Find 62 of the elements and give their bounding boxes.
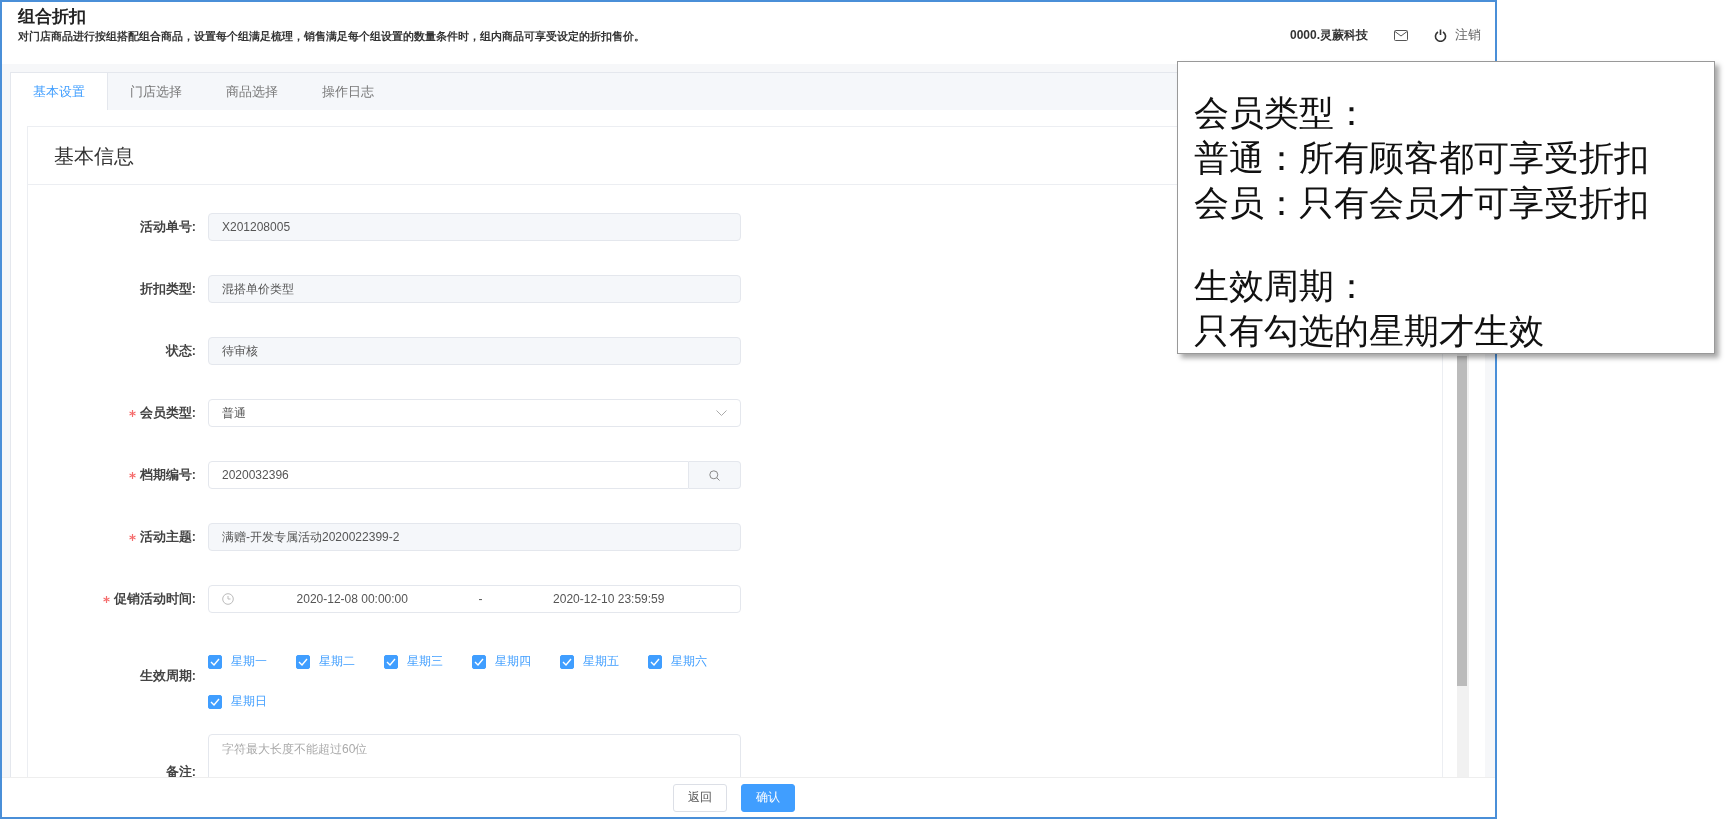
- field-label: 状态:: [165, 342, 196, 360]
- field-label: 促销活动时间:: [113, 590, 196, 608]
- field-label: 活动单号:: [139, 218, 196, 236]
- checkbox[interactable]: [648, 654, 662, 669]
- checkmark-icon: [474, 657, 484, 666]
- checkbox[interactable]: [472, 654, 486, 669]
- date-range-field[interactable]: 2020-12-08 00:00:00 - 2020-12-10 23:59:59: [208, 585, 741, 613]
- scrollbar-thumb[interactable]: [1457, 356, 1467, 686]
- page-title: 组合折扣: [18, 6, 87, 28]
- note-text: 会员：只有会员才可享受折扣: [1194, 182, 1650, 224]
- checkmark-icon: [650, 657, 660, 666]
- page-description: 对门店商品进行按组搭配组合商品，设置每个组满足梳理，销售满足每个组设置的数量条件时，组内商品可享受设定的折扣售价。: [18, 30, 645, 44]
- checkbox-label[interactable]: 星期一: [231, 653, 267, 670]
- range-separator: -: [477, 592, 484, 606]
- field-label: 备注:: [165, 764, 196, 777]
- checkmark-icon: [210, 697, 220, 706]
- checkbox-label[interactable]: 星期四: [495, 653, 531, 670]
- checkbox[interactable]: [296, 654, 310, 669]
- input-field[interactable]: 2020032396: [208, 461, 689, 489]
- logout-button[interactable]: 注销: [1434, 26, 1481, 44]
- checkbox[interactable]: [208, 654, 222, 669]
- tab[interactable]: 商品选择: [204, 73, 300, 110]
- search-button[interactable]: [689, 461, 741, 489]
- input-field[interactable]: 满赠-开发专属活动2020022399-2: [208, 523, 741, 551]
- checkbox-label[interactable]: 星期三: [407, 653, 443, 670]
- end-date: 2020-12-10 23:59:59: [552, 592, 666, 606]
- remark-field[interactable]: 字符最大长度不能超过60位: [208, 734, 741, 777]
- search-icon: [709, 469, 720, 481]
- mail-icon: [1394, 29, 1408, 41]
- checkmark-icon: [386, 657, 396, 666]
- checkbox[interactable]: [208, 694, 222, 709]
- tab[interactable]: 操作日志: [300, 73, 396, 110]
- note-text: 只有勾选的星期才生效: [1194, 310, 1545, 352]
- checkbox-label[interactable]: 星期二: [319, 653, 355, 670]
- field-label: 会员类型:: [139, 404, 196, 422]
- select-field[interactable]: 普通: [208, 399, 741, 427]
- checkbox-label[interactable]: 星期五: [583, 653, 619, 670]
- input-field[interactable]: X201208005: [208, 213, 741, 241]
- confirm-button[interactable]: 确认: [740, 783, 795, 812]
- input-field[interactable]: 待审核: [208, 337, 741, 365]
- tab[interactable]: 门店选择: [108, 73, 204, 110]
- power-icon: [1434, 28, 1447, 42]
- mail-button[interactable]: [1394, 29, 1408, 41]
- checkmark-icon: [298, 657, 308, 666]
- field-label: 生效周期:: [139, 668, 196, 685]
- field-label: 活动主题:: [139, 528, 196, 546]
- field-label: 折扣类型:: [139, 280, 196, 298]
- checkmark-icon: [210, 657, 220, 666]
- field-label: 档期编号:: [139, 466, 196, 484]
- checkmark-icon: [562, 657, 572, 666]
- checkbox[interactable]: [384, 654, 398, 669]
- checkbox[interactable]: [560, 654, 574, 669]
- checkbox-label[interactable]: 星期日: [231, 693, 267, 710]
- note-text: 生效周期：: [1194, 265, 1370, 307]
- start-date: 2020-12-08 00:00:00: [295, 592, 409, 606]
- company-name: 0000.灵蕨科技: [1289, 26, 1368, 44]
- input-field[interactable]: 混搭单价类型: [208, 275, 741, 303]
- clock-icon: [222, 593, 234, 605]
- tab[interactable]: 基本设置: [11, 73, 108, 110]
- chevron-down-icon: [716, 410, 727, 416]
- back-button[interactable]: 返回: [672, 783, 727, 812]
- checkbox-label[interactable]: 星期六: [671, 653, 707, 670]
